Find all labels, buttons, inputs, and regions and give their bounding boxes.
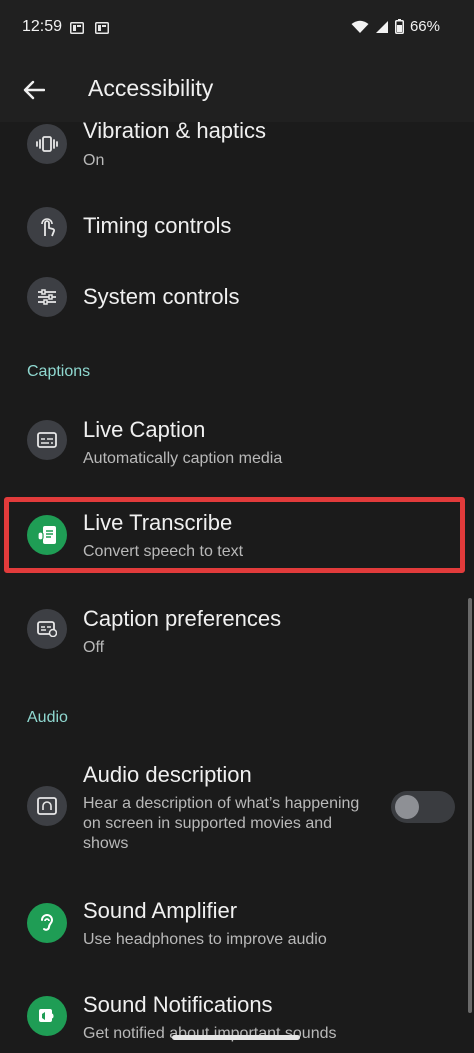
arrow-left-icon [23,80,45,100]
status-time: 12:59 [22,18,63,35]
item-subtitle: Use headphones to improve audio [83,931,327,948]
signal-icon [375,20,388,33]
item-subtitle-line-3: shows [83,835,129,852]
list-item-vibration-haptics[interactable]: Vibration & haptics On [0,110,474,180]
ear-icon [27,903,67,943]
item-title: Sound Notifications [83,992,273,1017]
item-title: Audio description [83,762,252,787]
sound-notification-icon [27,996,67,1036]
sliders-icon [27,277,67,317]
wifi-icon [351,20,369,33]
item-title: Timing controls [83,213,232,238]
status-bar: 12:59 66% [0,0,474,58]
audio-description-icon [27,786,67,826]
back-button[interactable] [14,70,54,110]
item-title: Live Caption [83,417,206,442]
item-subtitle: Automatically caption media [83,450,283,467]
item-subtitle-line-1: Hear a description of what’s happening [83,795,360,812]
section-header-audio: Audio [27,709,68,726]
item-title: System controls [83,284,240,309]
list-item-timing-controls[interactable]: Timing controls [0,195,474,259]
caption-settings-icon [27,609,67,649]
list-item-system-controls[interactable]: System controls [0,266,474,330]
sim-card-icon [70,22,84,34]
item-title: Caption preferences [83,606,282,631]
list-item-caption-preferences[interactable]: Caption preferences Off [0,596,474,668]
audio-description-toggle[interactable] [391,791,455,823]
vibration-icon [27,124,67,164]
list-item-live-caption[interactable]: Live Caption Automatically caption media [0,405,474,481]
item-subtitle: Get notified about important sounds [83,1025,337,1042]
accessibility-settings-screen: 12:59 66% Accessibility Vibration & hapt… [0,0,474,1053]
status-right-group: 66% [351,18,440,35]
scrollbar[interactable] [468,598,472,1013]
list-item-sound-amplifier[interactable]: Sound Amplifier Use headphones to improv… [0,888,474,962]
item-subtitle: On [83,152,105,169]
item-title: Sound Amplifier [83,898,238,923]
section-header-captions: Captions [27,363,91,380]
item-title: Vibration & haptics [83,118,267,143]
page-title: Accessibility [88,75,214,101]
gesture-nav-handle[interactable] [172,1035,300,1040]
caption-icon [27,420,67,460]
sim-card-icon [95,22,109,34]
touch-timer-icon [27,207,67,247]
battery-icon [394,19,404,34]
item-subtitle-line-2: on screen in supported movies and [83,815,333,832]
battery-percent: 66% [409,18,440,35]
highlight-box [4,497,465,573]
toggle-knob [395,795,419,819]
item-subtitle: Off [83,639,105,656]
